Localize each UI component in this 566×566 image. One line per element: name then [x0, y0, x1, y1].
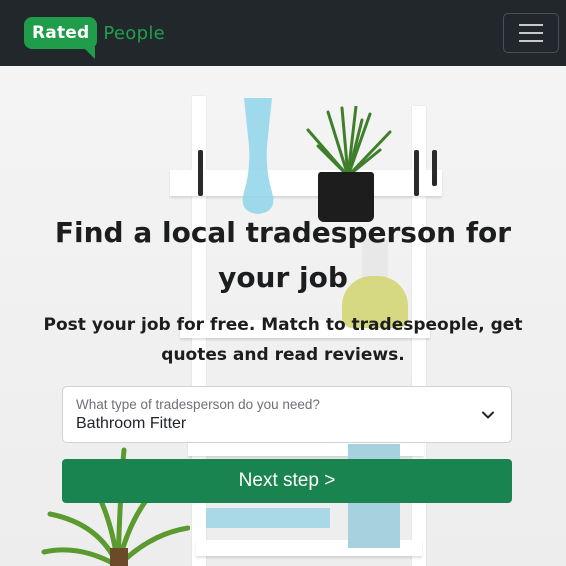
hero-headline: Find a local tradesperson for your job [54, 216, 512, 294]
next-step-button[interactable]: Next step > [62, 459, 512, 503]
chevron-down-icon [482, 411, 494, 419]
rated-people-logo[interactable]: Rated People [24, 14, 165, 59]
logo-badge: Rated [24, 17, 98, 59]
trade-type-label: What type of tradesperson do you need? [76, 397, 320, 412]
plant-decor [306, 106, 392, 178]
trade-type-value: Bathroom Fitter [76, 415, 187, 432]
navbar: Rated People [0, 0, 566, 66]
hero-subheadline: Post your job for free. Match to tradesp… [43, 315, 523, 365]
trade-type-select[interactable]: What type of tradesperson do you need? B… [62, 386, 512, 443]
menu-toggle-button[interactable] [503, 13, 559, 53]
hamburger-menu-icon [519, 24, 543, 26]
vase-decor [242, 98, 274, 214]
tray-decor [206, 508, 330, 528]
logo-wordmark: People [103, 22, 165, 44]
